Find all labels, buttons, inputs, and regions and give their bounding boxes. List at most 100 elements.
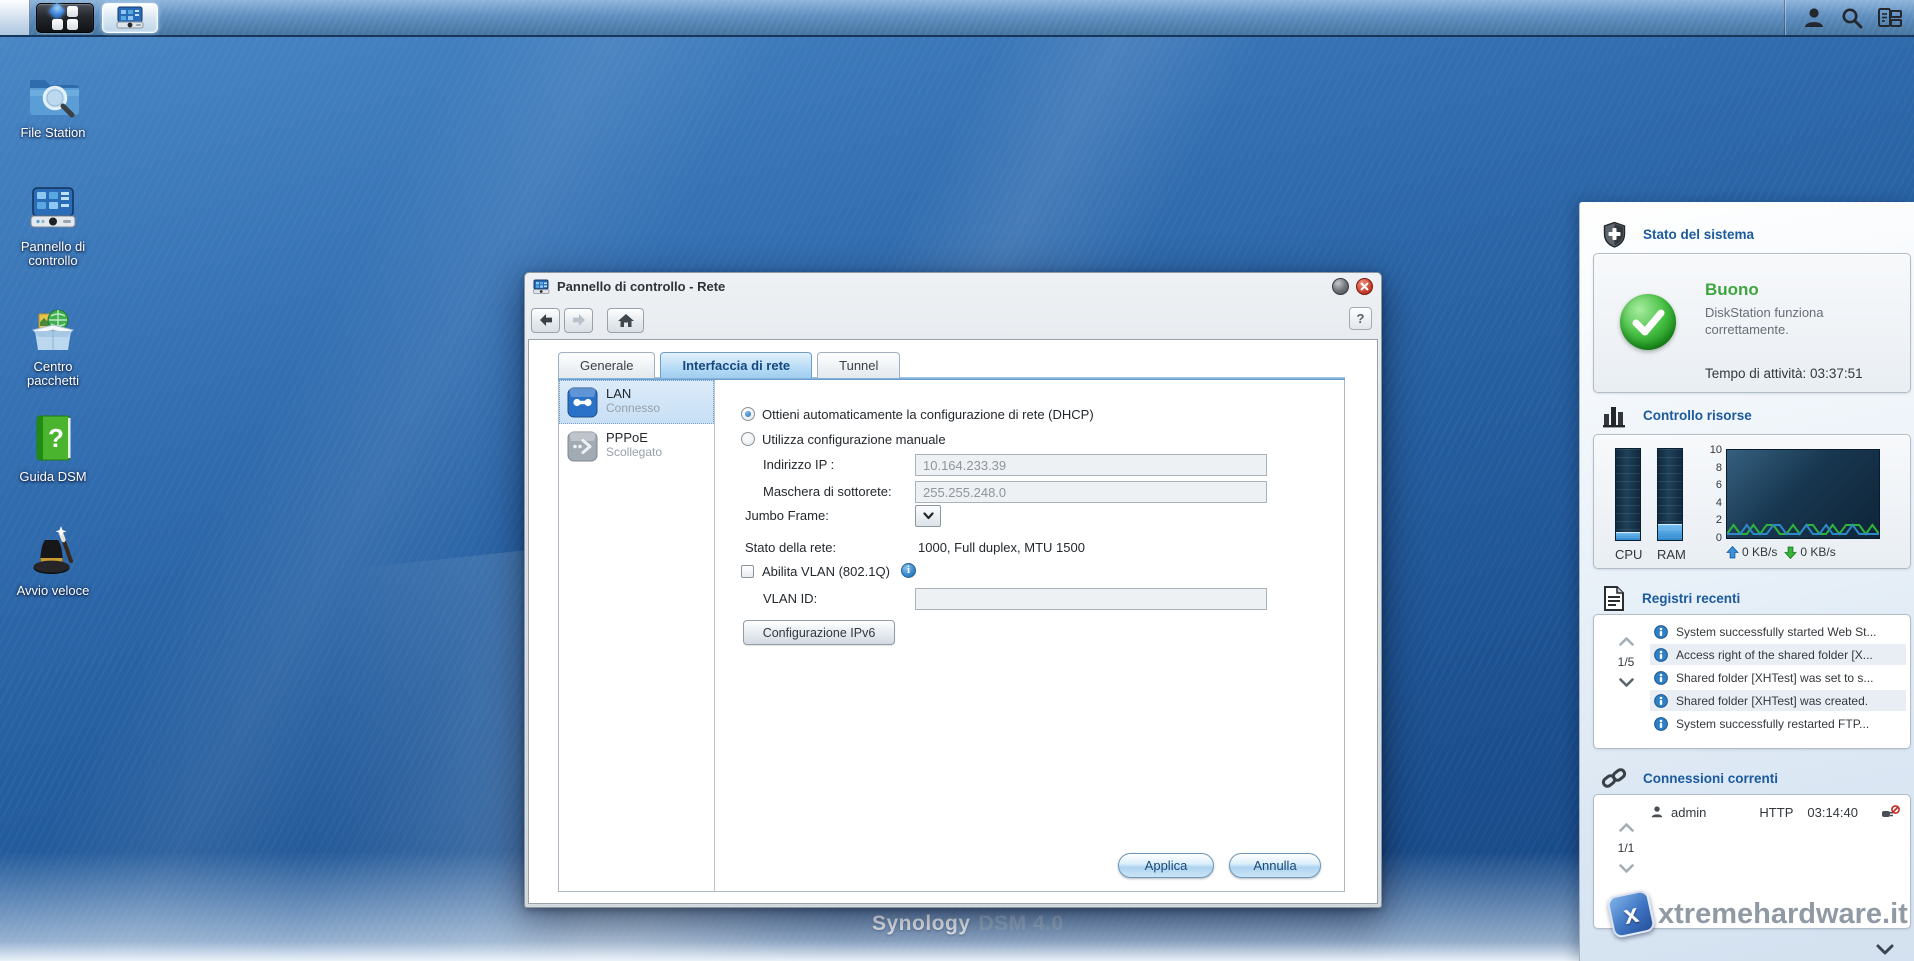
desktop-icon-control-panel[interactable]: Pannello di controllo [7, 180, 99, 268]
dsm-desktop: File Station Pannello di controllo Cent [0, 0, 1914, 961]
info-icon [1654, 648, 1668, 662]
system-status-value: Buono [1705, 280, 1759, 300]
log-row[interactable]: Shared folder [XHTest] was set to s... [1650, 666, 1906, 689]
connections-pager: 1/1 [1606, 823, 1646, 873]
section-title: Controllo risorse [1643, 408, 1752, 423]
window-title-icon [533, 279, 550, 295]
ram-label: RAM [1657, 547, 1683, 562]
user-menu-button[interactable] [1800, 5, 1828, 31]
main-menu-icon [52, 6, 78, 30]
desktop-icon-package-center[interactable]: Centro pacchetti [7, 300, 99, 388]
desktop-icon-file-station[interactable]: File Station [7, 66, 99, 140]
connection-protocol: HTTP [1759, 805, 1793, 820]
jumbo-frame-select[interactable] [915, 505, 941, 527]
home-button[interactable] [607, 308, 644, 333]
pilot-view-icon [1877, 6, 1903, 30]
upload-rate: 0 KB/s [1742, 545, 1777, 559]
log-row[interactable]: Access right of the shared folder [X... [1650, 643, 1906, 666]
file-station-icon [25, 66, 81, 122]
system-status-card: Buono DiskStation funziona correttamente… [1593, 253, 1911, 393]
search-icon [1840, 6, 1864, 30]
vlan-info-icon[interactable]: i [901, 563, 916, 578]
control-panel-mini-icon [115, 6, 145, 30]
pager-down-icon[interactable] [1619, 864, 1634, 873]
desktop-icon-label: Centro pacchetti [7, 360, 99, 388]
log-document-icon [1601, 585, 1627, 612]
traffic-rates: 0 KB/s 0 KB/s [1726, 545, 1836, 559]
network-interface-panel: LAN Connesso PPPoE Scollegato [558, 380, 1345, 892]
taskbar-item-control-panel[interactable] [102, 3, 158, 33]
pilot-view-button[interactable] [1876, 5, 1904, 31]
ram-usage-bar [1657, 448, 1683, 541]
interface-item-pppoe[interactable]: PPPoE Scollegato [559, 424, 714, 468]
checkmark-icon [1620, 294, 1676, 350]
show-desktop-tab[interactable] [0, 0, 30, 35]
window-titlebar[interactable]: Pannello di controllo - Rete [525, 273, 1381, 300]
pager-up-icon[interactable] [1619, 823, 1634, 832]
window-content: Generale Interfaccia di rete Tunnel [528, 339, 1378, 904]
apply-button[interactable]: Applica [1118, 853, 1214, 878]
vlan-id-field[interactable] [915, 588, 1267, 610]
tab-generale[interactable]: Generale [558, 352, 655, 378]
download-rate: 0 KB/s [1800, 545, 1835, 559]
vlan-checkbox[interactable] [741, 565, 754, 578]
download-arrow-icon [1784, 546, 1797, 559]
desktop-icon-quick-start[interactable]: Avvio veloce [7, 524, 99, 598]
interface-status: Connesso [606, 401, 709, 415]
manual-config-radio[interactable] [741, 432, 755, 446]
minimize-button[interactable] [1332, 278, 1349, 295]
back-arrow-icon [538, 313, 554, 327]
disconnect-icon[interactable] [1881, 805, 1900, 820]
interface-status: Scollegato [606, 445, 709, 459]
connections-page-number: 1/1 [1618, 841, 1635, 855]
ipv6-config-button[interactable]: Configurazione IPv6 [743, 620, 895, 645]
help-button[interactable]: ? [1349, 307, 1372, 330]
chevron-down-icon [1876, 944, 1894, 955]
connection-time: 03:14:40 [1807, 805, 1858, 820]
recent-logs-card: 1/5 System successfully started Web St..… [1593, 614, 1911, 749]
log-row[interactable]: System successfully restarted FTP... [1650, 712, 1906, 735]
search-button[interactable] [1838, 5, 1866, 31]
info-icon [1654, 625, 1668, 639]
status-ok-icon [1620, 294, 1676, 350]
traffic-y-axis: 10 8 6 4 2 0 [1694, 444, 1722, 544]
bar-chart-icon [1601, 402, 1628, 429]
cpu-usage-fill [1616, 532, 1640, 540]
cpu-usage-bar [1615, 448, 1641, 541]
ip-address-field[interactable] [915, 454, 1267, 476]
sidebar-collapse-button[interactable] [1868, 941, 1902, 957]
main-menu-button[interactable] [36, 3, 94, 33]
log-row[interactable]: Shared folder [XHTest] was created. [1650, 689, 1906, 712]
xtremehardware-watermark: x xtremehardware.it [1610, 893, 1908, 935]
lan-icon [567, 387, 598, 418]
y-tick: 0 [1716, 532, 1722, 544]
y-tick: 8 [1716, 462, 1722, 474]
back-button[interactable] [531, 308, 560, 333]
subnet-mask-field[interactable] [915, 481, 1267, 503]
pager-up-icon[interactable] [1619, 637, 1634, 646]
control-panel-icon [25, 180, 81, 236]
connection-row[interactable]: admin HTTP 03:14:40 [1650, 799, 1906, 825]
info-icon [1654, 694, 1668, 708]
desktop-icon-dsm-help[interactable]: ? Guida DSM [7, 410, 99, 484]
resource-monitor-card: CPU RAM 10 8 6 4 2 0 0 KB/s [1593, 434, 1911, 569]
tab-tunnel[interactable]: Tunnel [817, 352, 900, 378]
vlan-checkbox-label: Abilita VLAN (802.1Q) [762, 564, 890, 579]
traffic-graph [1726, 449, 1880, 539]
system-uptime: Tempo di attività: 03:37:51 [1705, 366, 1863, 381]
log-text: System successfully restarted FTP... [1676, 717, 1869, 731]
log-text: Shared folder [XHTest] was created. [1676, 694, 1868, 708]
close-button[interactable] [1356, 278, 1373, 295]
pager-down-icon[interactable] [1619, 678, 1634, 687]
forward-button[interactable] [564, 308, 593, 333]
interface-item-lan[interactable]: LAN Connesso [559, 380, 714, 424]
info-icon [1654, 671, 1668, 685]
cancel-button[interactable]: Annulla [1229, 853, 1321, 878]
dhcp-radio[interactable] [741, 407, 755, 421]
system-status-description: DiskStation funziona correttamente. [1705, 304, 1875, 338]
user-icon [1802, 6, 1826, 30]
section-title: Registri recenti [1642, 591, 1740, 606]
svg-text:?: ? [48, 423, 64, 453]
tab-interfaccia-di-rete[interactable]: Interfaccia di rete [660, 352, 812, 378]
log-row[interactable]: System successfully started Web St... [1650, 620, 1906, 643]
